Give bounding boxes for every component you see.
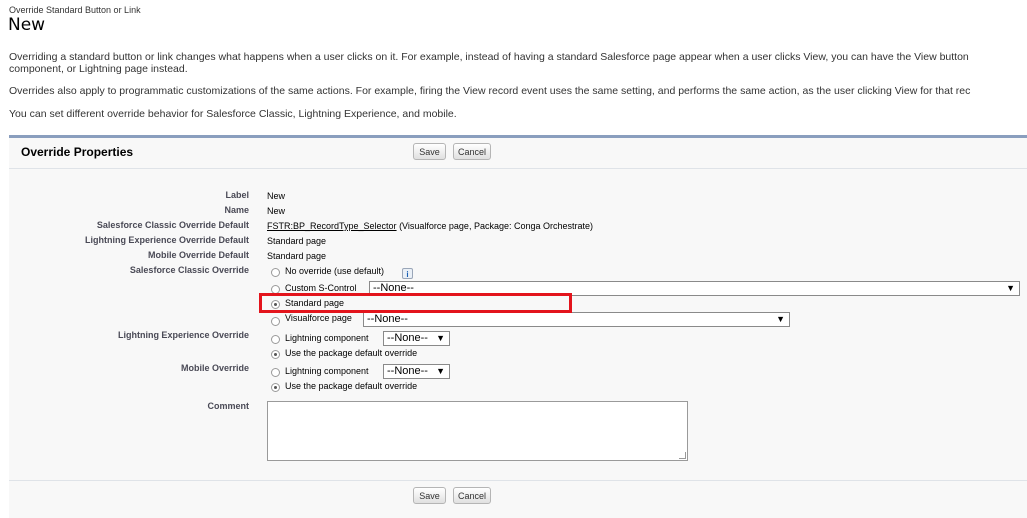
name-field-label: Name [224,205,249,215]
lightning-default-value: Standard page [267,236,327,246]
label-field-label: Label [225,190,249,200]
comment-textarea[interactable] [267,401,688,461]
lightning-component-select-value: --None-- [387,332,428,344]
highlight-box [259,293,572,313]
classic-default-label: Salesforce Classic Override Default [96,220,249,230]
name-field-value: New [267,206,286,216]
mobile-component-select-value: --None-- [387,365,428,377]
radio-package-default[interactable] [271,350,280,359]
page-title: New [8,15,46,35]
radio-lightning-component[interactable] [271,335,280,344]
classic-override-label: Salesforce Classic Override [129,265,249,275]
panel-header [9,138,1027,169]
radio-visualforce-page-label: Visualforce page [285,313,352,323]
resize-grip-icon[interactable] [679,452,686,459]
visualforce-select-value: --None-- [367,313,408,325]
intro-line-3: Overrides also apply to programmatic cus… [9,85,971,97]
mobile-default-value: Standard page [267,251,327,261]
chevron-down-icon: ▼ [776,314,785,324]
mobile-component-select[interactable]: --None-- ▼ [383,364,450,379]
lightning-default-label: Lightning Experience Override Default [84,235,249,245]
radio-no-override[interactable] [271,268,280,277]
panel-title: Override Properties [21,145,134,159]
radio-mobile-package-default-label: Use the package default override [285,381,418,391]
label-field-value: New [267,191,286,201]
intro-line-2: component, or Lightning page instead. [9,63,188,75]
save-button-top[interactable]: Save [413,143,446,160]
radio-mobile-lightning-component-label: Lightning component [285,366,369,376]
chevron-down-icon: ▼ [436,333,445,343]
info-icon[interactable]: i [402,268,413,279]
radio-visualforce-page[interactable] [271,317,280,326]
radio-custom-scontrol-label: Custom S-Control [285,283,357,293]
classic-default-suffix: (Visualforce page, Package: Conga Orches… [396,221,594,231]
radio-mobile-lightning-component[interactable] [271,368,280,377]
comment-label: Comment [207,401,249,411]
cancel-button-bottom[interactable]: Cancel [453,487,491,504]
breadcrumb: Override Standard Button or Link [9,5,141,15]
mobile-default-label: Mobile Override Default [147,250,249,260]
radio-no-override-label: No override (use default) [285,266,385,276]
visualforce-select[interactable]: --None-- ▼ [363,312,790,327]
bottom-divider [9,480,1027,481]
radio-package-default-label: Use the package default override [285,348,418,358]
classic-default-value: FSTR:BP_RecordType_Selector (Visualforce… [267,221,593,231]
mobile-override-label: Mobile Override [180,363,249,373]
intro-line-4: You can set different override behavior … [9,108,457,120]
radio-mobile-package-default[interactable] [271,383,280,392]
save-button-bottom[interactable]: Save [413,487,446,504]
classic-default-link[interactable]: FSTR:BP_RecordType_Selector [267,221,397,231]
intro-line-1: Overriding a standard button or link cha… [9,51,969,63]
lightning-component-select[interactable]: --None-- ▼ [383,331,450,346]
lightning-override-label: Lightning Experience Override [117,330,249,340]
chevron-down-icon: ▼ [1006,283,1015,293]
cancel-button-top[interactable]: Cancel [453,143,491,160]
radio-lightning-component-label: Lightning component [285,333,369,343]
chevron-down-icon: ▼ [436,366,445,376]
